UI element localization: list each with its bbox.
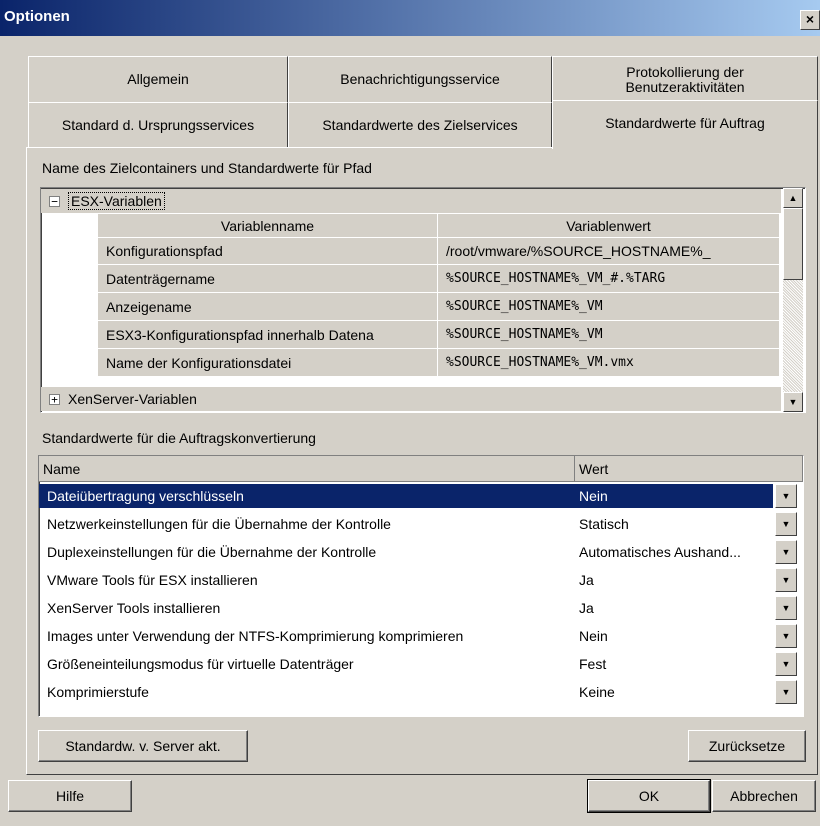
conversion-section-label: Standardwerte für die Auftragskonvertier…	[42, 430, 316, 446]
dropdown-arrow-icon[interactable]: ▼	[775, 540, 797, 564]
scroll-thumb[interactable]	[783, 208, 803, 280]
tab-protokollierung[interactable]: Protokollierung der Benutzeraktivitäten	[552, 56, 818, 102]
tab-label: Allgemein	[127, 71, 189, 87]
setting-value[interactable]: Nein	[579, 482, 608, 510]
column-header-variable-name[interactable]: Variablenname	[98, 214, 438, 238]
expand-icon[interactable]: +	[49, 393, 60, 405]
tab-label: Standardwerte des Zielservices	[322, 117, 518, 133]
setting-name: Netzwerkeinstellungen für die Übernahme …	[47, 516, 391, 532]
variable-value-cell[interactable]: %SOURCE_HOSTNAME%_VM_#.%TARG	[438, 265, 780, 293]
close-icon: ×	[805, 11, 815, 27]
setting-value[interactable]: Fest	[579, 650, 606, 678]
dropdown-arrow-icon[interactable]: ▼	[775, 568, 797, 592]
setting-name: Dateiübertragung verschlüsseln	[47, 488, 244, 504]
list-item[interactable]: Komprimierstufe Keine ▼	[39, 678, 805, 706]
variables-tree: − ESX-Variablen Variablenname Variablenw…	[40, 187, 806, 413]
tab-benachrichtigungsservice[interactable]: Benachrichtigungsservice	[288, 56, 552, 102]
help-button[interactable]: Hilfe	[8, 780, 132, 812]
cancel-button[interactable]: Abbrechen	[712, 780, 816, 812]
variable-value-cell[interactable]: %SOURCE_HOSTNAME%_VM	[438, 293, 780, 321]
tab-label: Benachrichtigungsservice	[340, 71, 500, 87]
container-section-label: Name des Zielcontainers und Standardwert…	[42, 160, 372, 176]
conversion-defaults-list: Name Wert Dateiübertragung verschlüsseln…	[38, 455, 804, 717]
tab-allgemein[interactable]: Allgemein	[28, 56, 288, 102]
tab-standard-ursprungsservices[interactable]: Standard d. Ursprungsservices	[28, 102, 288, 148]
tab-label: Protokollierung der Benutzeraktivitäten	[625, 63, 745, 95]
column-header-variable-value[interactable]: Variablenwert	[438, 214, 780, 238]
dropdown-arrow-icon[interactable]: ▼	[775, 652, 797, 676]
window-title: Optionen	[4, 8, 70, 25]
variable-value-cell[interactable]: /root/vmware/%SOURCE_HOSTNAME%_	[438, 238, 780, 265]
setting-name: Größeneinteilungsmodus für virtuelle Dat…	[47, 656, 354, 672]
variable-value-cell[interactable]: %SOURCE_HOSTNAME%_VM.vmx	[438, 349, 780, 377]
setting-name: XenServer Tools installieren	[47, 600, 221, 616]
scroll-down-icon[interactable]: ▼	[783, 392, 803, 412]
list-item[interactable]: Dateiübertragung verschlüsseln Nein ▼	[39, 482, 805, 510]
collapse-icon[interactable]: −	[49, 195, 60, 207]
setting-name: VMware Tools für ESX installieren	[47, 572, 258, 588]
list-item[interactable]: Images unter Verwendung der NTFS-Komprim…	[39, 622, 805, 650]
variable-name-cell: Datenträgername	[98, 265, 438, 293]
setting-name: Images unter Verwendung der NTFS-Komprim…	[47, 628, 464, 644]
setting-name: Duplexeinstellungen für die Übernahme de…	[47, 544, 377, 560]
dropdown-arrow-icon[interactable]: ▼	[775, 680, 797, 704]
reset-button[interactable]: Zurücksetze	[688, 730, 806, 762]
list-item[interactable]: Größeneinteilungsmodus für virtuelle Dat…	[39, 650, 805, 678]
tab-standardwerte-zielservices[interactable]: Standardwerte des Zielservices	[288, 102, 552, 148]
setting-value[interactable]: Nein	[579, 622, 608, 650]
list-item[interactable]: Netzwerkeinstellungen für die Übernahme …	[39, 510, 805, 538]
list-item[interactable]: XenServer Tools installieren Ja ▼	[39, 594, 805, 622]
variable-name-cell: Name der Konfigurationsdatei	[98, 349, 438, 377]
dropdown-arrow-icon[interactable]: ▼	[775, 512, 797, 536]
scroll-up-icon[interactable]: ▲	[783, 188, 803, 208]
setting-name: Komprimierstufe	[47, 684, 149, 700]
variable-name-cell: Anzeigename	[98, 293, 438, 321]
setting-value[interactable]: Ja	[579, 566, 594, 594]
column-header-value[interactable]: Wert	[575, 456, 803, 482]
setting-value[interactable]: Ja	[579, 594, 594, 622]
setting-value[interactable]: Automatisches Aushand...	[579, 538, 741, 566]
tree-scrollbar[interactable]: ▲ ▼	[783, 188, 803, 412]
setting-value[interactable]: Statisch	[579, 510, 629, 538]
title-bar[interactable]: Optionen ×	[0, 0, 820, 36]
variable-name-cell: ESX3-Konfigurationspfad innerhalb Datena	[98, 321, 438, 349]
close-button[interactable]: ×	[800, 10, 820, 30]
list-item[interactable]: Duplexeinstellungen für die Übernahme de…	[39, 538, 805, 566]
refresh-defaults-button[interactable]: Standardw. v. Server akt.	[38, 730, 248, 762]
variable-name-cell: Konfigurationspfad	[98, 238, 438, 265]
tree-group-label: XenServer-Variablen	[68, 391, 197, 407]
variable-value-cell[interactable]: %SOURCE_HOSTNAME%_VM	[438, 321, 780, 349]
dropdown-arrow-icon[interactable]: ▼	[775, 624, 797, 648]
column-header-name[interactable]: Name	[39, 456, 575, 482]
options-dialog: Optionen × Allgemein Benachrichtigungsse…	[0, 0, 820, 826]
ok-button[interactable]: OK	[587, 779, 711, 813]
tab-standardwerte-auftrag[interactable]: Standardwerte für Auftrag	[552, 100, 818, 149]
setting-value[interactable]: Keine	[579, 678, 615, 706]
dropdown-arrow-icon[interactable]: ▼	[775, 484, 797, 508]
tree-group-esx[interactable]: − ESX-Variablen	[41, 189, 781, 213]
tree-group-xenserver[interactable]: + XenServer-Variablen	[41, 387, 781, 411]
tree-group-label: ESX-Variablen	[68, 192, 165, 210]
dropdown-arrow-icon[interactable]: ▼	[775, 596, 797, 620]
tab-label: Standardwerte für Auftrag	[605, 114, 765, 131]
list-item[interactable]: VMware Tools für ESX installieren Ja ▼	[39, 566, 805, 594]
tab-label: Standard d. Ursprungsservices	[61, 117, 255, 133]
